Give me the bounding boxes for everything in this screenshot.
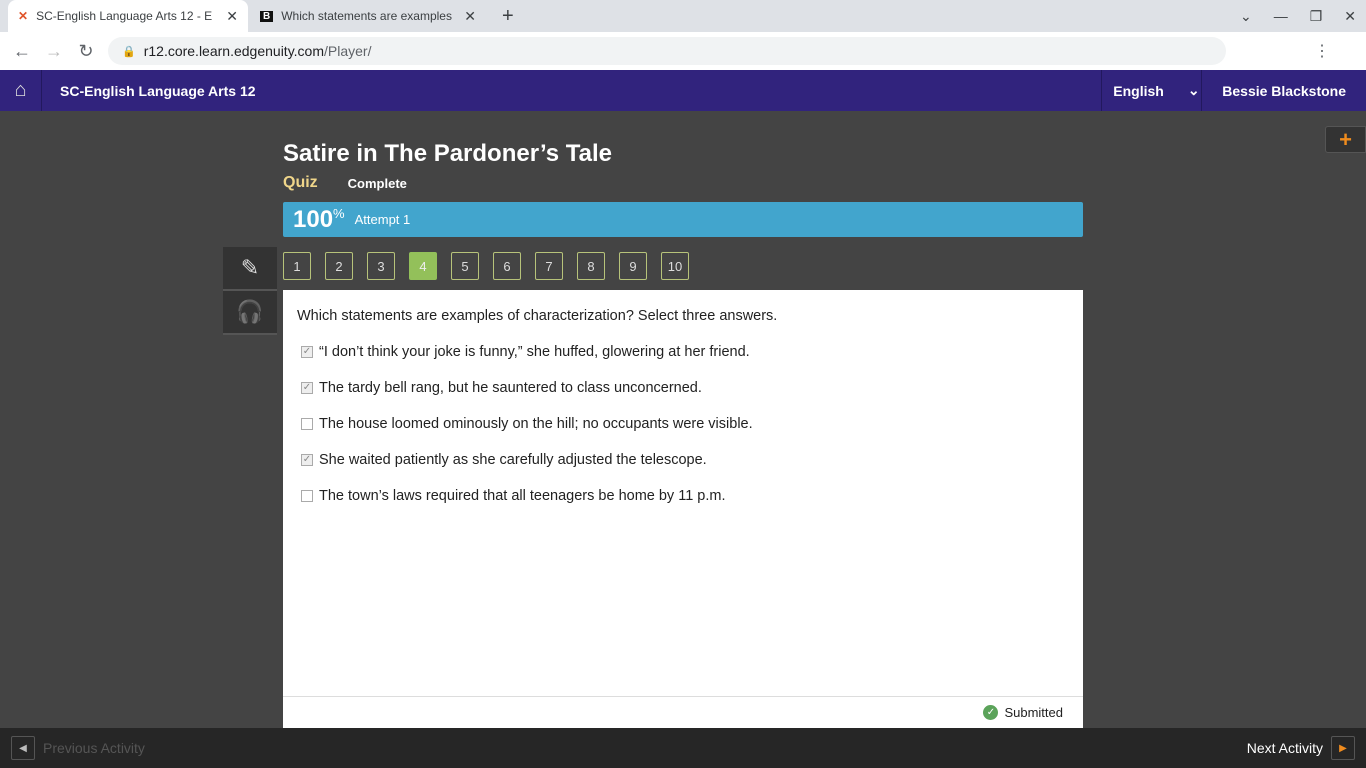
- answer-option[interactable]: ✓ She waited patiently as she carefully a…: [301, 452, 707, 468]
- tab-brainly[interactable]: B Which statements are examples ✕: [250, 0, 486, 32]
- question-button-7[interactable]: 7: [535, 252, 563, 280]
- close-window-icon[interactable]: ✕: [1344, 8, 1356, 25]
- chevron-down-icon: ⌄: [1187, 82, 1200, 98]
- minimize-icon[interactable]: —: [1274, 8, 1288, 24]
- arrow-right-icon: ▶: [1331, 736, 1355, 760]
- answer-option[interactable]: ✓ The tardy bell rang, but he sauntered t…: [301, 380, 702, 396]
- attempt-label: Attempt 1: [354, 212, 411, 227]
- extensions-icons[interactable]: ⋮: [1314, 41, 1348, 61]
- question-button-5[interactable]: 5: [451, 252, 479, 280]
- answer-option[interactable]: ✓ “I don’t think your joke is funny,” she…: [301, 344, 750, 360]
- tab-strip: ✕ SC-English Language Arts 12 - E ✕ B Which…: [0, 0, 1366, 32]
- question-nav: 1 2 3 4 5 6 7 8 9 10: [283, 252, 689, 280]
- user-menu[interactable]: Bessie Blackstone: [1201, 70, 1366, 111]
- checkbox[interactable]: [301, 418, 313, 430]
- app-header: ⌂ SC-English Language Arts 12 English ⌄ B…: [0, 70, 1366, 111]
- tab-search-icon[interactable]: ⌄: [1240, 8, 1252, 25]
- browser-toolbar: ← → ↻ 🔒 r12.core.learn.edgenuity.com/Play…: [0, 32, 1366, 70]
- restore-icon[interactable]: ❐: [1310, 8, 1323, 25]
- next-activity-button[interactable]: Next Activity ▶: [1247, 736, 1355, 760]
- question-button-10[interactable]: 10: [661, 252, 689, 280]
- pencil-icon[interactable]: ✎: [223, 247, 277, 291]
- tool-panel: ✎ 🎧: [223, 247, 277, 335]
- answer-option[interactable]: The town’s laws required that all teenag…: [301, 488, 726, 504]
- home-icon[interactable]: ⌂: [0, 70, 42, 111]
- question-button-8[interactable]: 8: [577, 252, 605, 280]
- question-button-3[interactable]: 3: [367, 252, 395, 280]
- bottom-nav: ◀ Previous Activity Next Activity ▶: [0, 728, 1366, 768]
- question-button-6[interactable]: 6: [493, 252, 521, 280]
- question-button-1[interactable]: 1: [283, 252, 311, 280]
- reload-icon[interactable]: ↻: [70, 41, 102, 62]
- plus-button[interactable]: +: [1325, 126, 1366, 153]
- activity-type: Quiz: [283, 174, 318, 191]
- checkbox[interactable]: [301, 490, 313, 502]
- answer-option[interactable]: The house loomed ominously on the hill; …: [301, 416, 753, 432]
- score-bar: 100% Attempt 1: [283, 202, 1083, 237]
- question-card: Which statements are examples of charact…: [283, 290, 1083, 728]
- edgenuity-icon: ✕: [18, 9, 29, 23]
- course-title: SC-English Language Arts 12: [60, 82, 256, 99]
- language-select[interactable]: English ⌄: [1101, 70, 1201, 111]
- close-tab-icon[interactable]: ✕: [226, 8, 238, 25]
- tab-course[interactable]: ✕ SC-English Language Arts 12 - E ✕: [8, 0, 248, 32]
- activity-status: Complete: [347, 175, 407, 191]
- forward-icon[interactable]: →: [38, 41, 70, 62]
- question-button-4[interactable]: 4: [409, 252, 437, 280]
- window-controls: ⌄ — ❐ ✕: [1230, 0, 1366, 32]
- score: 100: [293, 205, 334, 233]
- arrow-left-icon: ◀: [11, 736, 35, 760]
- check-circle-icon: ✓: [983, 705, 999, 720]
- submission-status: ✓ Submitted: [283, 696, 1083, 728]
- back-icon[interactable]: ←: [6, 41, 38, 62]
- brainly-icon: B: [260, 10, 274, 22]
- new-tab-button[interactable]: +: [492, 0, 524, 32]
- question-button-9[interactable]: 9: [619, 252, 647, 280]
- headphones-icon[interactable]: 🎧: [223, 291, 277, 335]
- question-button-2[interactable]: 2: [325, 252, 353, 280]
- checkbox[interactable]: ✓: [301, 382, 313, 394]
- close-tab-icon[interactable]: ✕: [464, 8, 476, 25]
- activity-title: Satire in The Pardoner’s Tale: [283, 140, 612, 167]
- question-prompt: Which statements are examples of charact…: [297, 308, 778, 324]
- address-bar[interactable]: 🔒 r12.core.learn.edgenuity.com/Player/: [108, 37, 1226, 65]
- checkbox[interactable]: ✓: [301, 454, 313, 466]
- lock-icon: 🔒: [122, 45, 136, 58]
- checkbox[interactable]: ✓: [301, 346, 313, 358]
- previous-activity-button[interactable]: ◀ Previous Activity: [11, 736, 145, 760]
